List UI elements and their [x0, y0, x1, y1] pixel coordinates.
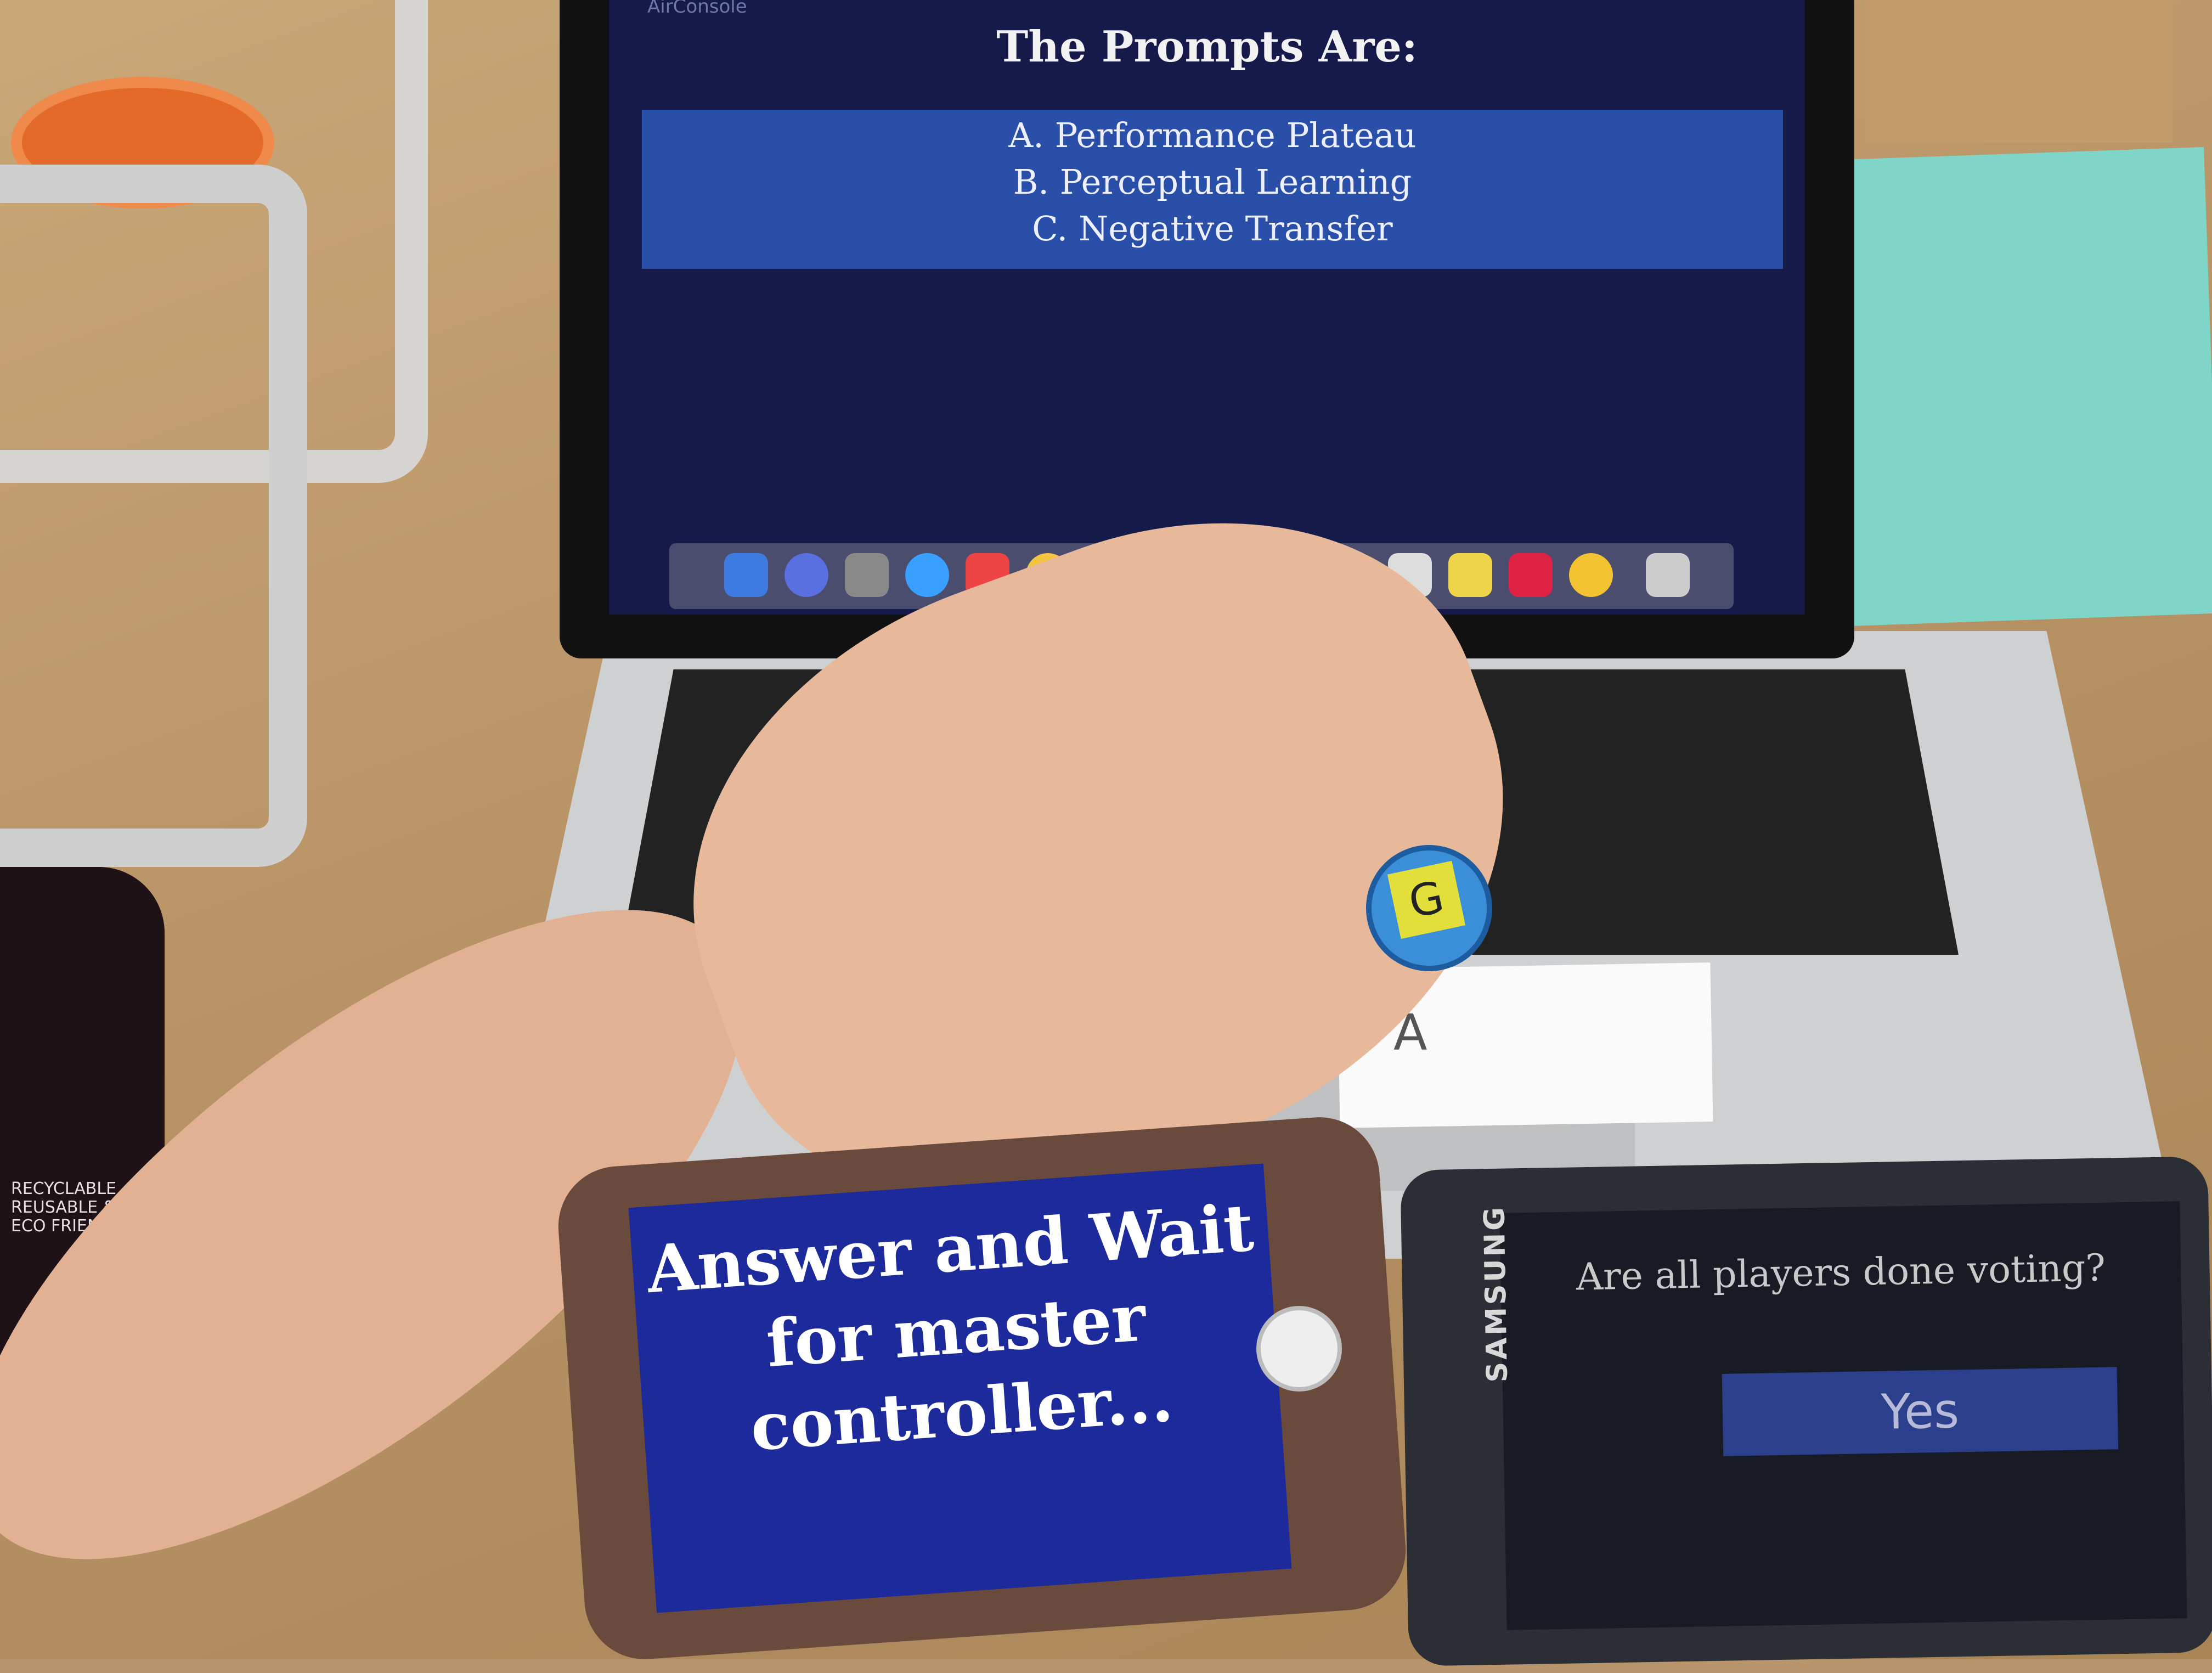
samsung-logo: SAMSUNG	[1478, 1204, 1514, 1383]
iphone-screen: Answer and Wait for master controller...	[628, 1163, 1292, 1613]
airconsole-logo: AirConsole	[647, 0, 747, 18]
emoji-app-icon[interactable]	[1569, 553, 1613, 597]
safari-icon[interactable]	[905, 553, 949, 597]
siri-icon[interactable]	[785, 553, 828, 597]
cardboard-box	[1865, 0, 2172, 143]
iphone-message: Answer and Wait for master controller...	[644, 1189, 1256, 1466]
token-label: G	[1387, 860, 1466, 939]
trash-icon[interactable]	[1646, 553, 1690, 597]
voting-question: Are all players done voting?	[1576, 1246, 2106, 1299]
prompt-list: A. Performance Plateau B. Perceptual Lea…	[642, 110, 1783, 269]
papers-stack	[1819, 147, 2212, 627]
samsung-screen: Are all players done voting? Yes	[1499, 1201, 2187, 1630]
stickies-icon[interactable]	[1448, 553, 1492, 597]
monitor-stand	[0, 165, 307, 867]
powerpoint-icon[interactable]	[1509, 553, 1553, 597]
prompts-title: The Prompts Are:	[996, 22, 1418, 72]
prompt-a: A. Performance Plateau	[1008, 115, 1417, 155]
finder-icon[interactable]	[724, 553, 768, 597]
laptop-screen: AirConsole The Prompts Are: A. Performan…	[609, 0, 1805, 615]
prompt-b: B. Perceptual Learning	[1013, 162, 1412, 202]
yes-button[interactable]: Yes	[1722, 1367, 2119, 1456]
iphone-home-button[interactable]	[1256, 1306, 1342, 1392]
launchpad-icon[interactable]	[845, 553, 889, 597]
prompt-c: C. Negative Transfer	[1032, 209, 1393, 249]
